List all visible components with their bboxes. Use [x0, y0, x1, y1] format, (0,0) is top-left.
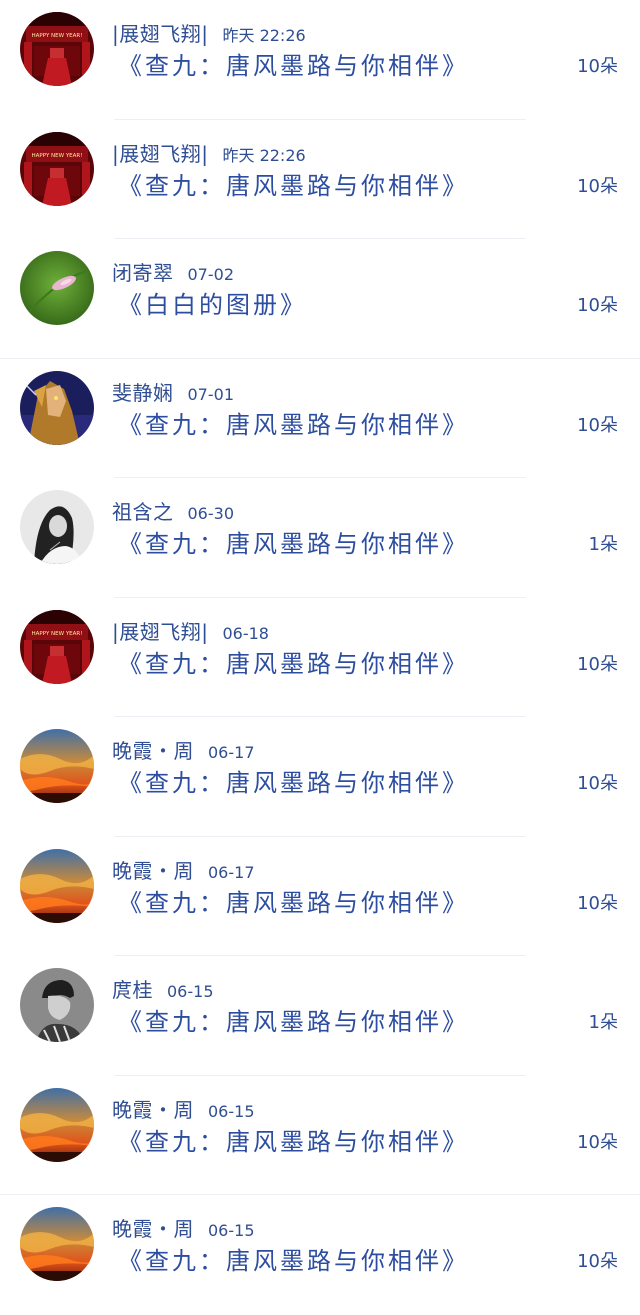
timestamp: 昨天 22:26 [222, 26, 306, 45]
timestamp: 06-30 [187, 504, 235, 523]
album-title[interactable]: 《白白的图册》 [118, 285, 307, 320]
fantasy-portrait-avatar-icon[interactable] [20, 370, 94, 445]
sunset-avatar-icon[interactable] [20, 1207, 94, 1281]
gift-record-list: HAPPY NEW YEAR! |展翅飞翔| 昨天 22:26 《查九：唐风墨路与… [0, 0, 640, 1300]
album-title[interactable]: 《查九：唐风墨路与你相伴》 [118, 1241, 469, 1276]
sunset-avatar-icon[interactable] [20, 848, 94, 923]
timestamp: 06-17 [208, 743, 255, 762]
item-meta: 晚霞・周 06-15 [112, 1213, 255, 1241]
album-title[interactable]: 《查九：唐风墨路与你相伴》 [118, 763, 469, 798]
timestamp: 昨天 22:26 [222, 145, 306, 165]
flower-count: 10朵 [577, 295, 618, 316]
girl-portrait-avatar-icon[interactable] [20, 490, 94, 564]
item-meta: |展翅飞翔| 昨天 22:26 [112, 138, 306, 166]
user-name[interactable]: 晚霞・周 [112, 1098, 194, 1122]
user-name[interactable]: 祖含之 [112, 500, 174, 524]
album-title[interactable]: 《查九：唐风墨路与你相伴》 [118, 46, 469, 81]
flower-count: 10朵 [577, 773, 618, 794]
timestamp: 06-17 [208, 862, 255, 882]
timestamp: 07-02 [187, 265, 235, 284]
list-item[interactable]: HAPPY NEW YEAR! |展翅飞翔| 昨天 22:26 《查九：唐风墨路与… [0, 120, 640, 239]
user-name[interactable]: 晚霞・周 [112, 739, 194, 763]
flower-count: 1朵 [588, 1012, 618, 1033]
list-item[interactable]: 斐静娴 07-01 《查九：唐风墨路与你相伴》 10朵 [0, 359, 640, 478]
item-meta: |展翅飞翔| 06-18 [112, 616, 269, 644]
album-title[interactable]: 《查九：唐风墨路与你相伴》 [118, 1122, 469, 1157]
man-portrait-avatar-icon[interactable] [20, 968, 94, 1042]
item-meta: 斐静娴 07-01 [112, 377, 235, 405]
album-title[interactable]: 《查九：唐风墨路与你相伴》 [118, 1002, 469, 1037]
user-name[interactable]: 斐静娴 [112, 381, 174, 405]
flower-count: 10朵 [577, 1251, 618, 1272]
list-item[interactable]: HAPPY NEW YEAR! |展翅飞翔| 昨天 22:26 《查九：唐风墨路与… [0, 0, 640, 120]
album-title[interactable]: 《查九：唐风墨路与你相伴》 [118, 524, 469, 559]
sunset-avatar-icon[interactable] [20, 1087, 94, 1162]
list-item[interactable]: 晚霞・周 06-15 《查九：唐风墨路与你相伴》 10朵 [0, 1076, 640, 1195]
album-title[interactable]: 《查九：唐风墨路与你相伴》 [118, 166, 469, 201]
svg-text:HAPPY NEW YEAR!: HAPPY NEW YEAR! [32, 33, 83, 39]
flower-count: 10朵 [577, 892, 618, 914]
user-name[interactable]: 庹桂 [112, 978, 153, 1002]
item-meta: 晚霞・周 06-17 [112, 735, 255, 763]
user-name[interactable]: |展翅飞翔| [112, 620, 208, 644]
list-item[interactable]: 祖含之 06-30 《查九：唐风墨路与你相伴》 1朵 [0, 478, 640, 598]
timestamp: 06-15 [208, 1221, 255, 1240]
list-item[interactable]: 庹桂 06-15 《查九：唐风墨路与你相伴》 1朵 [0, 956, 640, 1076]
user-name[interactable]: 闭寄翠 [112, 261, 174, 285]
timestamp: 07-01 [187, 384, 235, 404]
red-stage-avatar-icon[interactable]: HAPPY NEW YEAR! [20, 609, 94, 684]
red-stage-avatar-icon[interactable]: HAPPY NEW YEAR! [20, 131, 94, 206]
timestamp: 06-15 [208, 1101, 255, 1121]
green-leaf-avatar-icon[interactable] [20, 251, 94, 325]
user-name[interactable]: 晚霞・周 [112, 859, 194, 883]
flower-count: 10朵 [577, 414, 618, 436]
list-item[interactable]: 晚霞・周 06-17 《查九：唐风墨路与你相伴》 10朵 [0, 717, 640, 837]
album-title[interactable]: 《查九：唐风墨路与你相伴》 [118, 883, 469, 918]
flower-count: 10朵 [577, 56, 618, 77]
album-title[interactable]: 《查九：唐风墨路与你相伴》 [118, 405, 469, 440]
user-name[interactable]: |展翅飞翔| [112, 22, 208, 46]
item-meta: 晚霞・周 06-17 [112, 855, 255, 883]
svg-text:HAPPY NEW YEAR!: HAPPY NEW YEAR! [32, 153, 83, 159]
timestamp: 06-18 [222, 623, 269, 643]
list-item[interactable]: 晚霞・周 06-17 《查九：唐风墨路与你相伴》 10朵 [0, 837, 640, 956]
album-title[interactable]: 《查九：唐风墨路与你相伴》 [118, 644, 469, 679]
list-item[interactable]: HAPPY NEW YEAR! |展翅飞翔| 06-18 《查九：唐风墨路与你相伴… [0, 598, 640, 717]
item-meta: |展翅飞翔| 昨天 22:26 [112, 18, 306, 46]
user-name[interactable]: |展翅飞翔| [112, 142, 208, 166]
svg-text:HAPPY NEW YEAR!: HAPPY NEW YEAR! [32, 631, 83, 637]
sunset-avatar-icon[interactable] [20, 729, 94, 803]
item-meta: 闭寄翠 07-02 [112, 257, 235, 285]
timestamp: 06-15 [167, 982, 214, 1001]
item-meta: 晚霞・周 06-15 [112, 1094, 255, 1122]
flower-count: 10朵 [577, 653, 618, 675]
red-stage-avatar-icon[interactable]: HAPPY NEW YEAR! [20, 12, 94, 86]
item-meta: 庹桂 06-15 [112, 974, 214, 1002]
list-item[interactable]: 晚霞・周 06-15 《查九：唐风墨路与你相伴》 10朵 [0, 1195, 640, 1315]
list-item[interactable]: 闭寄翠 07-02 《白白的图册》 10朵 [0, 239, 640, 359]
flower-count: 1朵 [588, 534, 618, 555]
user-name[interactable]: 晚霞・周 [112, 1217, 194, 1241]
flower-count: 10朵 [577, 175, 618, 197]
item-meta: 祖含之 06-30 [112, 496, 235, 524]
flower-count: 10朵 [577, 1131, 618, 1153]
